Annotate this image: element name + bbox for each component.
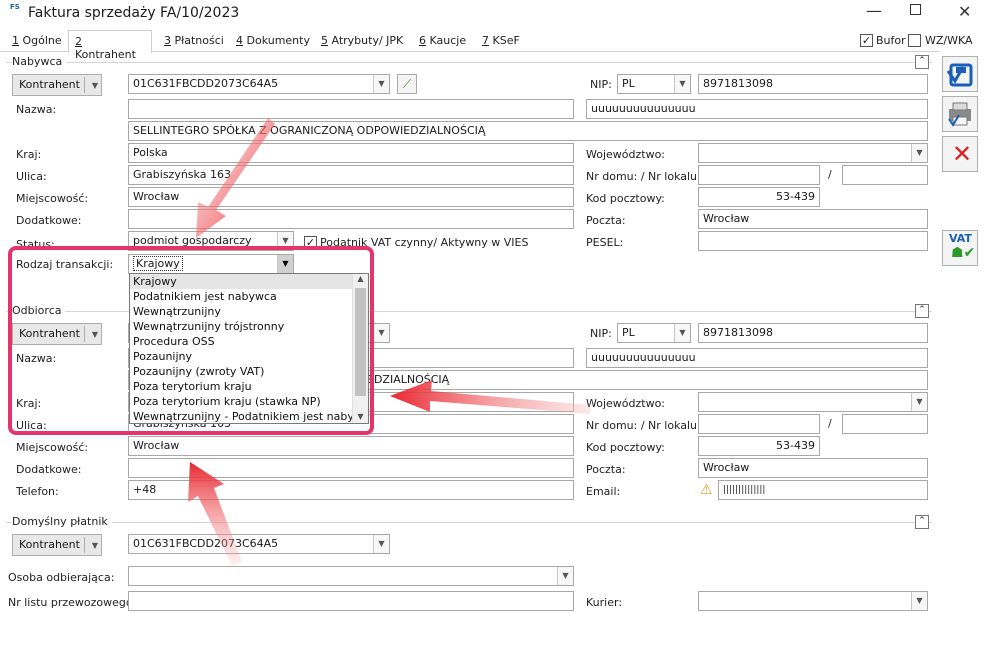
arrow-bottom — [188, 462, 242, 566]
arrow-right — [390, 380, 590, 414]
annotation-arrows — [188, 118, 590, 566]
arrow-top — [196, 118, 275, 238]
